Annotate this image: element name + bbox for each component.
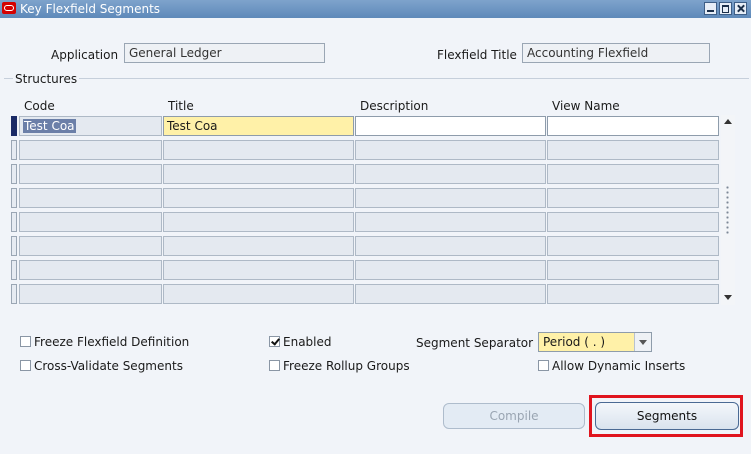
structures-section-label: Structures <box>13 72 80 86</box>
oracle-app-icon <box>2 2 16 14</box>
scroll-down-arrow-icon[interactable] <box>721 291 735 305</box>
cell-code[interactable] <box>19 212 162 232</box>
row-indicator[interactable] <box>11 284 17 304</box>
cell-title[interactable] <box>163 212 354 232</box>
freeze-rollup-groups-label: Freeze Rollup Groups <box>283 359 410 373</box>
cell-description[interactable] <box>355 260 546 280</box>
segment-separator-value: Period ( . ) <box>543 335 606 349</box>
row-indicator[interactable] <box>11 188 17 208</box>
cross-validate-segments-label: Cross-Validate Segments <box>34 359 183 373</box>
cell-code[interactable] <box>19 140 162 160</box>
cell-view-name[interactable] <box>547 188 719 208</box>
close-icon[interactable] <box>734 2 747 15</box>
cell-description[interactable] <box>355 284 546 304</box>
row-indicator[interactable] <box>11 260 17 280</box>
cross-validate-segments-checkbox[interactable] <box>20 360 31 371</box>
flexfield-title-field[interactable]: Accounting Flexfield <box>522 43 710 63</box>
segment-separator-label: Segment Separator <box>416 336 534 350</box>
row-indicator[interactable] <box>11 164 17 184</box>
freeze-flexfield-definition-label: Freeze Flexfield Definition <box>34 335 190 349</box>
cell-view-name[interactable] <box>547 164 719 184</box>
column-header-code: Code <box>24 99 55 113</box>
chevron-down-icon[interactable] <box>634 333 651 351</box>
vertical-scrollbar[interactable] <box>721 115 735 305</box>
cell-code[interactable] <box>19 284 162 304</box>
segment-separator-select[interactable]: Period ( . ) <box>538 332 652 352</box>
window-title: Key Flexfield Segments <box>20 2 161 16</box>
minimize-icon[interactable] <box>704 2 717 15</box>
row-indicator[interactable] <box>11 212 17 232</box>
cell-code[interactable] <box>19 260 162 280</box>
cell-title[interactable] <box>163 260 354 280</box>
cell-code[interactable] <box>19 188 162 208</box>
application-label: Application <box>51 48 119 62</box>
freeze-flexfield-definition-checkbox[interactable] <box>20 336 31 347</box>
key-flexfield-segments-window: Key Flexfield Segments Application Gener… <box>0 0 751 454</box>
allow-dynamic-inserts-checkbox[interactable] <box>538 360 549 371</box>
enabled-label: Enabled <box>283 335 332 349</box>
cell-description[interactable] <box>355 164 546 184</box>
cell-code[interactable] <box>19 164 162 184</box>
section-divider <box>4 78 749 79</box>
cell-description[interactable] <box>355 212 546 232</box>
cell-view-name[interactable] <box>547 260 719 280</box>
cell-view-name[interactable] <box>547 284 719 304</box>
row-indicator[interactable] <box>11 116 17 136</box>
cell-code-text: Test Coa <box>23 119 76 133</box>
cell-code[interactable]: Test Coa <box>19 116 162 136</box>
scroll-thumb[interactable] <box>725 185 730 235</box>
cell-description[interactable] <box>355 236 546 256</box>
column-header-title: Title <box>168 99 194 113</box>
cell-title[interactable] <box>163 164 354 184</box>
cell-title[interactable] <box>163 188 354 208</box>
segments-button-highlight <box>589 395 743 437</box>
freeze-rollup-groups-checkbox[interactable] <box>269 360 280 371</box>
cell-description[interactable] <box>355 116 546 136</box>
compile-button[interactable]: Compile <box>443 403 585 429</box>
cell-title[interactable] <box>163 140 354 160</box>
flexfield-title-label: Flexfield Title <box>437 48 517 62</box>
allow-dynamic-inserts-label: Allow Dynamic Inserts <box>552 359 686 373</box>
cell-view-name[interactable] <box>547 116 719 136</box>
cell-title[interactable] <box>163 236 354 256</box>
cell-view-name[interactable] <box>547 212 719 232</box>
application-field[interactable]: General Ledger <box>124 43 325 63</box>
row-indicator[interactable] <box>11 236 17 256</box>
scroll-up-arrow-icon[interactable] <box>721 115 735 129</box>
cell-view-name[interactable] <box>547 236 719 256</box>
title-bar[interactable]: Key Flexfield Segments <box>0 0 751 18</box>
cell-description[interactable] <box>355 188 546 208</box>
cell-view-name[interactable] <box>547 140 719 160</box>
cell-description[interactable] <box>355 140 546 160</box>
enabled-checkbox[interactable] <box>269 336 280 347</box>
cell-title[interactable]: Test Coa <box>163 116 354 136</box>
cell-code[interactable] <box>19 236 162 256</box>
cell-title[interactable] <box>163 284 354 304</box>
maximize-icon[interactable] <box>719 2 732 15</box>
column-header-description: Description <box>360 99 429 113</box>
row-indicator[interactable] <box>11 140 17 160</box>
column-header-view-name: View Name <box>552 99 620 113</box>
